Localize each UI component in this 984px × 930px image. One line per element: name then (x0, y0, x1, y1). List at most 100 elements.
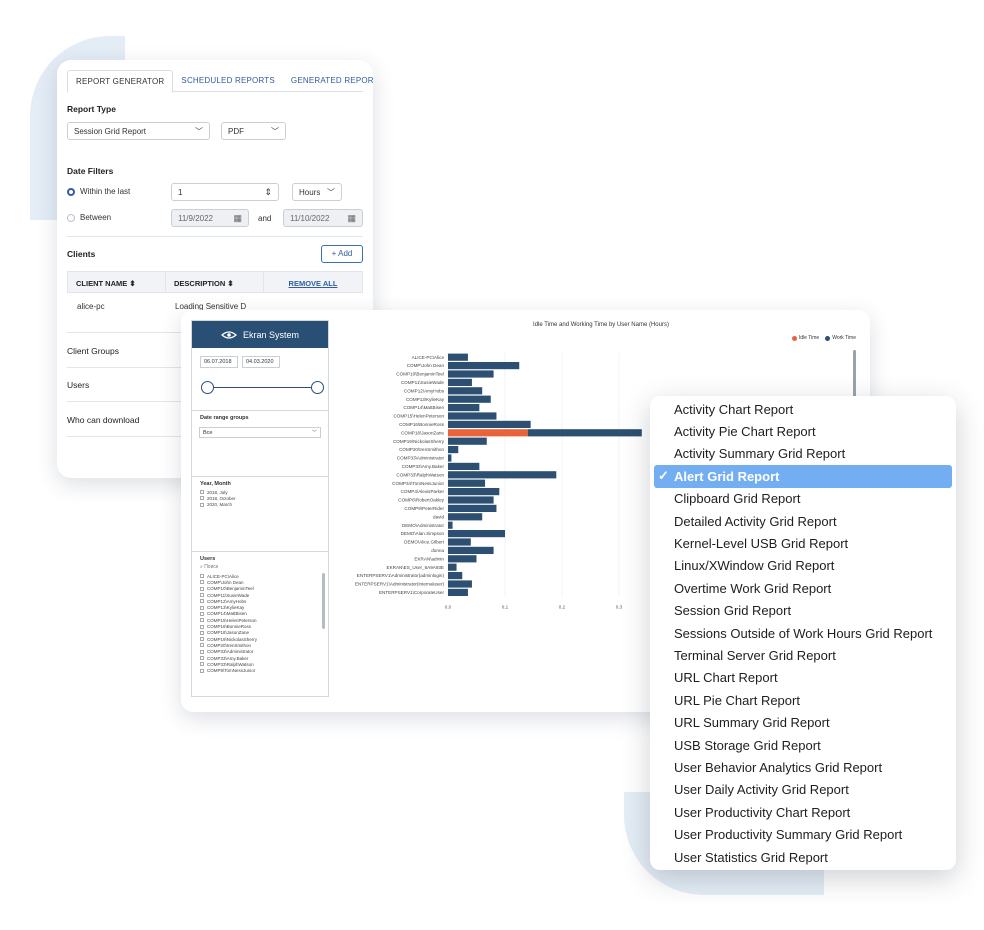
chart-scrollbar[interactable] (853, 350, 856, 400)
category-label: ENTERPSERV1\CorporateUser (379, 590, 444, 595)
bar-work-time (448, 353, 468, 361)
and-label: and (258, 214, 272, 223)
bar-work-time (448, 588, 468, 596)
bar-work-time (448, 538, 471, 546)
within-number-input[interactable]: 1 ⇕ (171, 183, 279, 201)
radio-checked-icon (67, 187, 75, 196)
format-value: PDF (228, 127, 244, 136)
bar-work-time (448, 378, 472, 386)
bar-work-time (448, 546, 494, 554)
report-type-select[interactable]: Session Grid Report ﹀ (67, 122, 210, 140)
dropdown-option[interactable]: Activity Summary Grid Report (654, 443, 952, 465)
checkmark-icon: ✓ (658, 468, 669, 484)
dropdown-option[interactable]: Activity Pie Chart Report (654, 420, 952, 442)
bar-work-time (448, 555, 477, 563)
bar-work-time (448, 471, 557, 479)
dropdown-option-label: Activity Pie Chart Report (674, 424, 816, 440)
dropdown-option-label: Linux/XWindow Grid Report (674, 558, 835, 574)
category-label: COMP12\AmyHobs (404, 388, 445, 393)
x-tick-label: 0,0 (445, 605, 452, 610)
remove-all-link[interactable]: REMOVE ALL (264, 272, 362, 292)
dropdown-option[interactable]: URL Chart Report (654, 667, 952, 689)
dropdown-option-label: User Behavior Analytics Grid Report (674, 759, 883, 775)
date-from-input[interactable]: 11/9/2022 ▦ (171, 209, 249, 227)
bar-work-time (448, 563, 457, 571)
within-radio[interactable]: Within the last (67, 187, 130, 196)
dropdown-option[interactable]: User Productivity Chart Report (654, 801, 952, 823)
hours-select[interactable]: Hours ﹀ (292, 183, 342, 201)
category-label: COMP6\RobertOakley (398, 498, 444, 503)
category-label: COMP33\Administrator (397, 456, 445, 461)
category-label: COMP18\JasonZane (401, 430, 444, 435)
category-label: david (433, 514, 444, 519)
add-client-button[interactable]: + Add (321, 245, 363, 263)
dropdown-option-label: URL Pie Chart Report (674, 692, 800, 708)
dropdown-option[interactable]: Clipboard Grid Report (654, 488, 952, 510)
bar-work-time (448, 513, 483, 521)
dropdown-option[interactable]: URL Summary Grid Report (654, 711, 952, 733)
dropdown-option-label: Terminal Server Grid Report (674, 647, 836, 663)
x-tick-label: 0,3 (616, 605, 623, 610)
date-to-value: 11/10/2022 (290, 214, 330, 223)
category-label: DEMO\Alan.Simpson (401, 531, 445, 536)
dropdown-option[interactable]: Sessions Outside of Work Hours Grid Repo… (654, 622, 952, 644)
dropdown-option-label: Activity Summary Grid Report (674, 446, 846, 462)
category-label: COMP33\RalphWatson (396, 472, 444, 477)
x-tick-label: 0,2 (559, 605, 566, 610)
category-label: COMP20\IrenSmithon (399, 447, 444, 452)
category-label: COMP34\TomNessJunior (392, 481, 444, 486)
dropdown-option[interactable]: User Productivity Summary Grid Report (654, 823, 952, 845)
dropdown-option[interactable]: Kernel-Level USB Grid Report (654, 532, 952, 554)
dropdown-option[interactable]: Session Grid Report (654, 600, 952, 622)
dropdown-option-label: Session Grid Report (674, 603, 792, 619)
calendar-icon[interactable]: ▦ (347, 213, 356, 224)
date-to-input[interactable]: 11/10/2022 ▦ (283, 209, 363, 227)
dropdown-option[interactable]: URL Pie Chart Report (654, 689, 952, 711)
category-label: DEMO\Alice.Gilbert (404, 540, 445, 545)
format-select[interactable]: PDF ﹀ (221, 122, 286, 140)
bar-work-time (448, 362, 520, 370)
dropdown-option[interactable]: ✓ Alert Grid Report (654, 465, 952, 488)
category-label: COMP19\NickolasSherry (393, 439, 445, 444)
category-label: COMP\John Dean (407, 363, 445, 368)
tab-scheduled-reports[interactable]: SCHEDULED REPORTS (173, 70, 283, 91)
dropdown-option[interactable]: User Behavior Analytics Grid Report (654, 756, 952, 778)
category-label: DEMO\Administrator (402, 523, 445, 528)
dropdown-option[interactable]: Detailed Activity Grid Report (654, 510, 952, 532)
col-client-name[interactable]: CLIENT NAME ⬍ (68, 272, 166, 292)
dropdown-option-label: User Daily Activity Grid Report (674, 782, 849, 798)
users-section[interactable]: Users (67, 380, 89, 390)
bar-work-time (448, 504, 497, 512)
dropdown-option[interactable]: Terminal Server Grid Report (654, 644, 952, 666)
tab-generated-reports[interactable]: GENERATED REPORTS (283, 70, 373, 91)
clients-label: Clients (67, 249, 96, 259)
dropdown-option[interactable]: User Statistics Grid Report (654, 846, 952, 868)
client-groups-section[interactable]: Client Groups (67, 346, 119, 356)
chevron-down-icon: ﹀ (327, 188, 335, 197)
dropdown-option[interactable]: Activity Chart Report (654, 398, 952, 420)
category-label: donna (431, 548, 444, 553)
dropdown-option[interactable]: Linux/XWindow Grid Report (654, 555, 952, 577)
dropdown-option[interactable]: Overtime Work Grid Report (654, 577, 952, 599)
calendar-icon[interactable]: ▦ (233, 213, 242, 224)
who-can-download-section[interactable]: Who can download (67, 415, 139, 425)
dropdown-option-label: Alert Grid Report (674, 468, 780, 484)
x-tick-label: 0,1 (502, 605, 509, 610)
date-from-value: 11/9/2022 (178, 214, 213, 223)
bar-work-time (448, 496, 494, 504)
bar-work-time (448, 462, 480, 470)
bar-work-time (448, 412, 497, 420)
bar-work-time (448, 530, 505, 538)
dropdown-option-label: Kernel-Level USB Grid Report (674, 536, 849, 552)
stepper-icon[interactable]: ⇕ (264, 187, 272, 198)
category-label: EKRAN\ES_User_6A9A93E (387, 565, 444, 570)
bar-work-time (448, 572, 463, 580)
between-radio[interactable]: Between (67, 213, 111, 222)
hours-value: Hours (299, 188, 321, 197)
tab-report-generator[interactable]: REPORT GENERATOR (67, 70, 174, 93)
dropdown-option[interactable]: USB Storage Grid Report (654, 734, 952, 756)
col-description[interactable]: DESCRIPTION ⬍ (166, 272, 264, 292)
within-label: Within the last (80, 187, 131, 196)
dropdown-option[interactable]: User Daily Activity Grid Report (654, 779, 952, 801)
category-label: ALICE-PC\Alice (412, 355, 445, 360)
